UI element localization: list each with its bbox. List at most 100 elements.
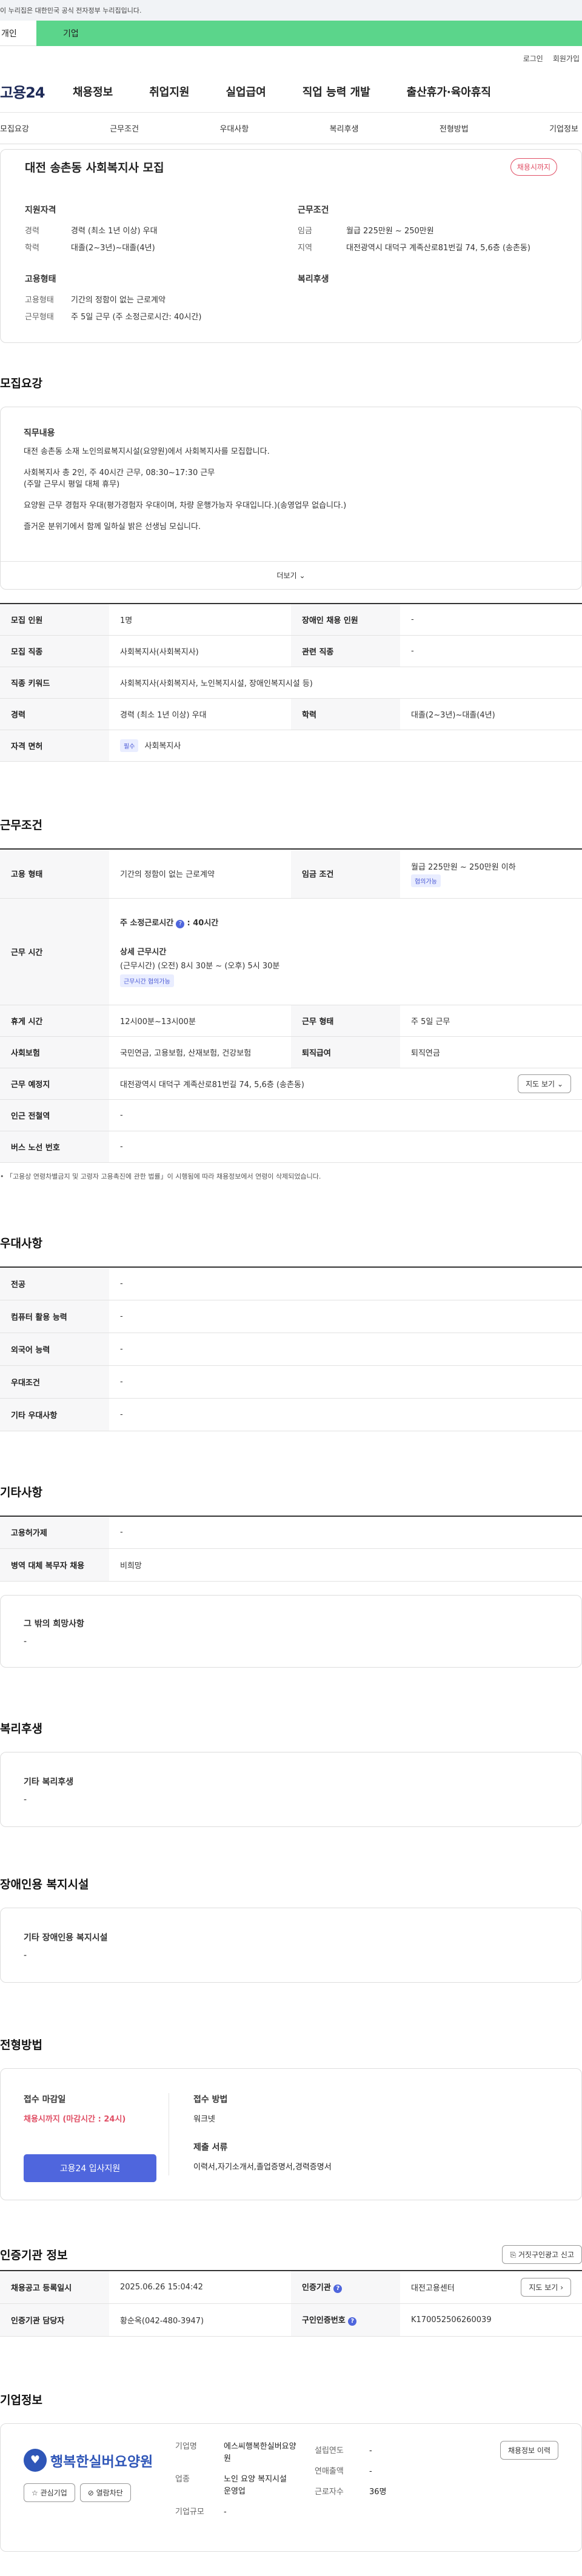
cell-key: 전공 bbox=[0, 1267, 109, 1300]
tab-personal[interactable]: 개인 bbox=[0, 21, 36, 46]
more-button[interactable]: 더보기 ⌄ bbox=[1, 561, 581, 589]
num-key: 구인인증번호 bbox=[302, 2316, 346, 2325]
heart-icon: ♥ bbox=[24, 2448, 47, 2472]
report-button[interactable]: ⎘ 거짓구인광고 신고 bbox=[502, 2245, 582, 2264]
etc-section-title: 기타사항 bbox=[0, 1485, 42, 1499]
gnb-item-training[interactable]: 직업 능력 개발 bbox=[303, 84, 370, 99]
chevron-down-icon: ⌄ bbox=[557, 1080, 563, 1088]
company-card: ♥ 행복한실버요양원 ☆ 관심기업 ⊘ 열람차단 기업명 에스씨행복한실버요양원 … bbox=[0, 2423, 582, 2552]
cell-value: 사회복지사(사회복지사) bbox=[109, 635, 291, 667]
disabled-card: 기타 장애인용 복지시설 - bbox=[0, 1908, 582, 1983]
signup-link[interactable]: 회원가입 bbox=[553, 53, 580, 64]
method-key: 접수 방법 bbox=[193, 2095, 228, 2105]
more-label: 더보기 bbox=[276, 571, 297, 580]
work-form-value: 주 5일 근무 (주 소정근로시간: 40시간) bbox=[71, 313, 202, 322]
welfare-card: 기타 복리후생 - bbox=[0, 1752, 582, 1827]
emp-type-value: 기간의 정함이 없는 근로계약 bbox=[71, 296, 166, 305]
deadline-key: 접수 마감일 bbox=[24, 2095, 66, 2105]
apply-button[interactable]: 고용24 입사지원 bbox=[24, 2154, 156, 2182]
block-button[interactable]: ⊘ 열람차단 bbox=[79, 2483, 131, 2502]
company-name-key: 기업명 bbox=[175, 2441, 197, 2451]
cell-value: - bbox=[109, 1131, 582, 1163]
cell-value: - bbox=[400, 635, 582, 667]
gnb-item-employment[interactable]: 취업지원 bbox=[149, 84, 189, 99]
star-icon: ☆ bbox=[32, 2488, 41, 2497]
welfare-box-value: - bbox=[24, 1795, 27, 1805]
cell-value: 2025.06.26 15:04:42 bbox=[109, 2271, 291, 2304]
deadline-value: 채용시까지 (마감시간 : 24시) bbox=[24, 2115, 126, 2124]
cell-key: 병역 대체 복무자 채용 bbox=[0, 1548, 109, 1582]
etc-table: 고용허가제 - 병역 대체 복무자 채용 비희망 bbox=[0, 1515, 582, 1582]
docs-key: 제출 서류 bbox=[193, 2143, 228, 2152]
tab-welfare[interactable]: 복리후생 bbox=[330, 122, 359, 134]
gov-banner: 이 누리집은 대한민국 공식 전자정부 누리집입니다. bbox=[0, 0, 582, 21]
cell-value: - bbox=[109, 1516, 582, 1549]
login-link[interactable]: 로그인 bbox=[523, 53, 543, 64]
wage-value: 월급 225만원 ~ 250만원 bbox=[346, 227, 434, 236]
cell-value: 주 5일 근무 bbox=[400, 1005, 582, 1037]
negotiable-chip: 협의가능 bbox=[411, 874, 441, 887]
tab-company[interactable]: 기업 bbox=[36, 21, 582, 46]
tab-work[interactable]: 근무조건 bbox=[110, 122, 139, 134]
sales-value: - bbox=[369, 2466, 372, 2476]
cell-key: 학력 bbox=[291, 698, 400, 730]
info-icon[interactable]: ? bbox=[333, 2285, 343, 2294]
tab-prefer[interactable]: 우대사항 bbox=[219, 122, 249, 134]
career-key: 경력 bbox=[25, 227, 39, 236]
qual-title: 지원자격 bbox=[25, 205, 56, 215]
cell-key: 컴퓨터 활용 능력 bbox=[0, 1300, 109, 1333]
cell-key: 근무 시간 bbox=[0, 898, 109, 1005]
tab-selection[interactable]: 전형방법 bbox=[440, 122, 469, 134]
site-logo[interactable]: 고용24 bbox=[0, 81, 73, 102]
map-button[interactable]: 지도 보기 ⌄ bbox=[518, 1074, 571, 1093]
cell-value: 12시00분~13시00분 bbox=[109, 1005, 291, 1037]
loc-key: 지역 bbox=[298, 244, 312, 253]
jobs-history-button[interactable]: 채용정보 이력 bbox=[500, 2440, 558, 2460]
agency-map-button[interactable]: 지도 보기 › bbox=[521, 2277, 571, 2297]
duty-line: 요양원 근무 경험자 우대(평가경험자 우대이며, 차량 운행가능자 우대입니다… bbox=[24, 501, 347, 510]
tab-company[interactable]: 기업정보 bbox=[549, 122, 578, 134]
info-icon[interactable]: ? bbox=[348, 2317, 357, 2326]
summary-card: 대전 송촌동 사회복지사 모집 채용시까지 지원자격 경력 경력 (최소 1년 이… bbox=[0, 149, 582, 343]
year-value: - bbox=[369, 2446, 372, 2455]
cell-value: 경력 (최소 1년 이상) 우대 bbox=[109, 698, 291, 730]
disabled-box-title: 기타 장애인용 복지시설 bbox=[24, 1933, 108, 1943]
place-value: 대전광역시 대덕구 계족산로81번길 74, 5,6층 (송촌동) bbox=[120, 1080, 304, 1090]
place-cell: 대전광역시 대덕구 계족산로81번길 74, 5,6층 (송촌동) 지도 보기 ⌄ bbox=[109, 1068, 582, 1100]
cell-key: 인증기관 담당자 bbox=[0, 2303, 109, 2337]
cell-key: 장애인 채용 인원 bbox=[291, 604, 400, 636]
gnb-item-leave[interactable]: 출산휴가·육아휴직 bbox=[407, 84, 491, 99]
gnb-item-unemployment[interactable]: 실업급여 bbox=[226, 84, 266, 99]
agency-table: 채용공고 등록일시 2025.06.26 15:04:42 인증기관 ? 대전고용센터… bbox=[0, 2270, 582, 2337]
company-logo-text: 행복한실버요양원 bbox=[50, 2454, 153, 2470]
work-section-title: 근무조건 bbox=[0, 818, 42, 832]
tab-recruit[interactable]: 모집요강 bbox=[0, 122, 29, 134]
cell-key: 인근 전철역 bbox=[0, 1099, 109, 1131]
wage-value: 월급 225만원 ~ 250만원 이하 bbox=[411, 862, 516, 872]
career-value: 경력 (최소 1년 이상) 우대 bbox=[71, 227, 158, 236]
favorite-button[interactable]: ☆ 관심기업 bbox=[24, 2483, 75, 2502]
gnb-item-jobs[interactable]: 채용정보 bbox=[73, 84, 113, 99]
info-icon[interactable]: ? bbox=[176, 920, 185, 928]
age-note: • 「고용상 연령차별금지 및 고령자 고용촉진에 관한 법률」이 시행됨에 따… bbox=[0, 1171, 582, 1181]
weekly-label: 주 소정근로시간 bbox=[120, 919, 174, 928]
cell-key: 버스 노선 번호 bbox=[0, 1131, 109, 1163]
cell-key: 임금 조건 bbox=[291, 848, 400, 899]
license-cell: 필수 사회복지사 bbox=[109, 730, 582, 762]
block-icon: ⊘ bbox=[87, 2488, 96, 2497]
edu-value: 대졸(2~3년)~대졸(4년) bbox=[71, 244, 155, 253]
hope-title: 그 밖의 희망사항 bbox=[24, 1619, 84, 1629]
chevron-down-icon: ⌄ bbox=[299, 571, 306, 580]
hope-card: 그 밖의 희망사항 - bbox=[0, 1595, 582, 1668]
cell-key: 직종 키워드 bbox=[0, 667, 109, 699]
cell-key: 모집 인원 bbox=[0, 604, 109, 636]
cell-key: 고용 형태 bbox=[0, 848, 109, 899]
year-key: 설립연도 bbox=[315, 2446, 344, 2455]
wage-cell: 월급 225만원 ~ 250만원 이하협의가능 bbox=[400, 848, 582, 899]
duty-line: 대전 송촌동 소재 노인의료복지시설(요양원)에서 사회복지사를 모집합니다. bbox=[24, 447, 270, 456]
job-title: 대전 송촌동 사회복지사 모집 bbox=[25, 161, 164, 175]
cell-value: - bbox=[109, 1333, 582, 1366]
cell-key: 외국어 능력 bbox=[0, 1333, 109, 1366]
org-key-cell: 인증기관 ? bbox=[291, 2271, 400, 2304]
docs-value: 이력서,자기소개서,졸업증명서,경력증명서 bbox=[193, 2163, 332, 2172]
